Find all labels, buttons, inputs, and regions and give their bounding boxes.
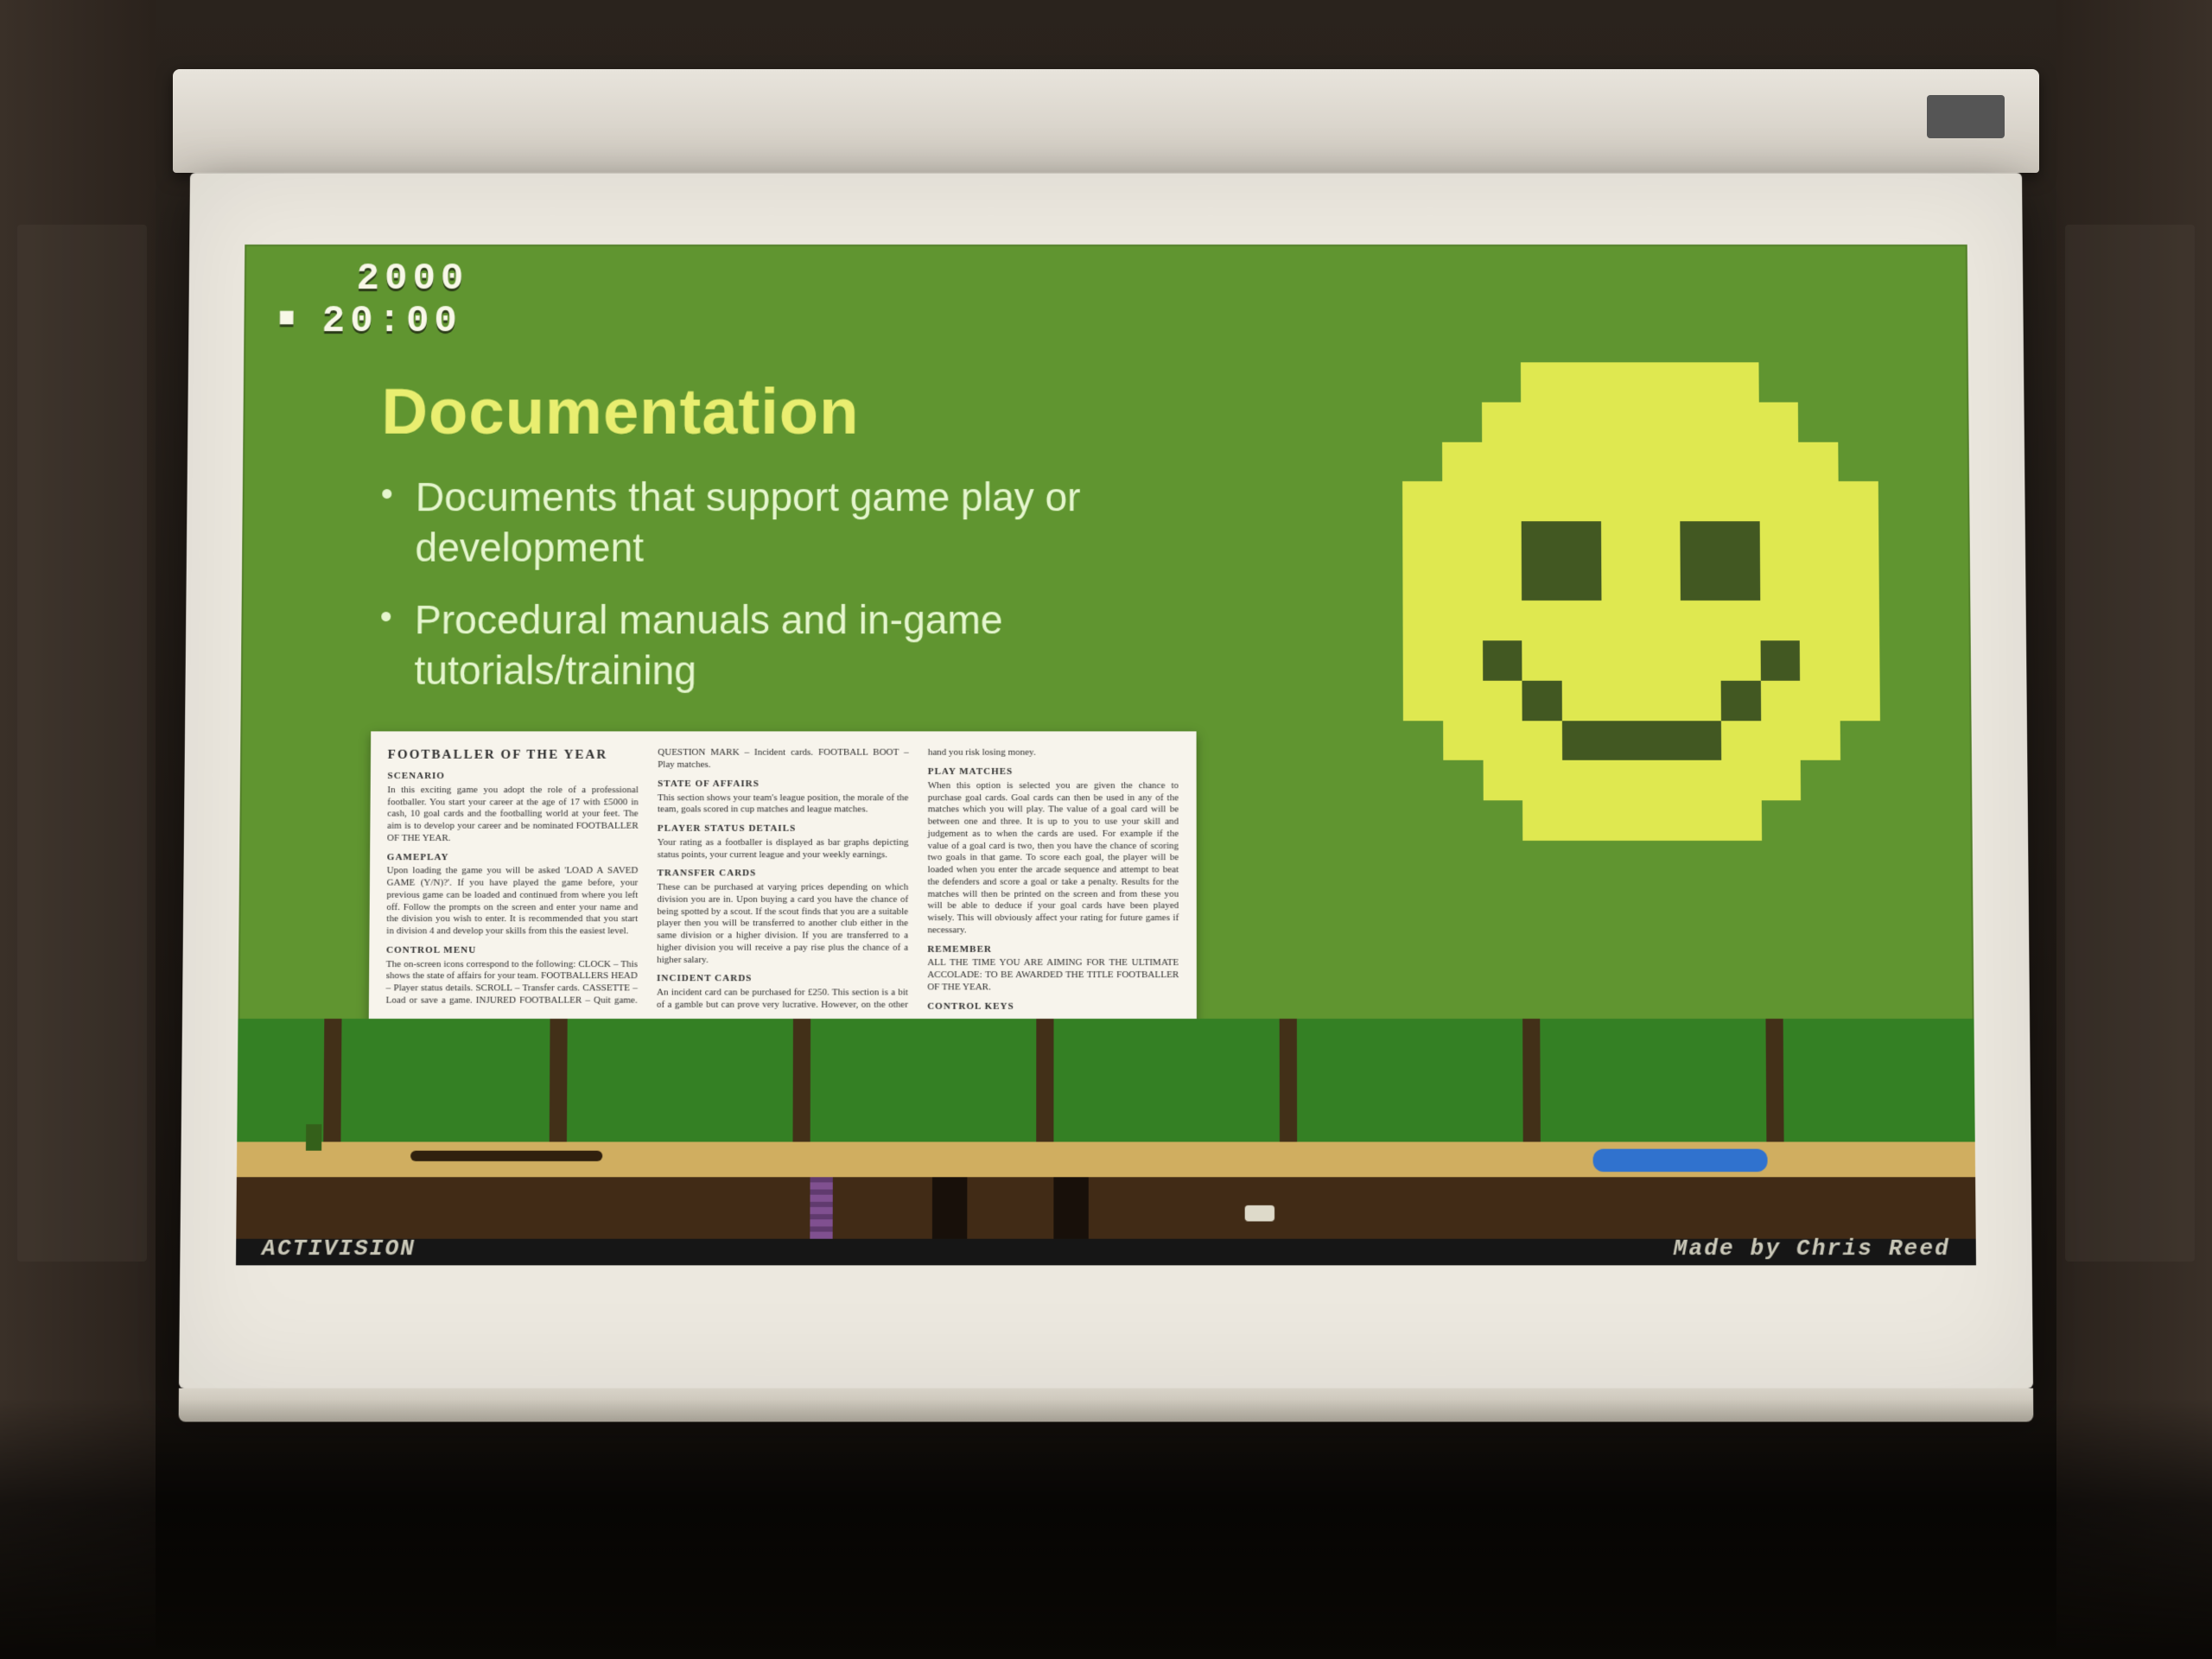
slide-content: Documentation Documents that support gam… <box>379 375 1161 719</box>
tree-trunk <box>1037 1019 1054 1142</box>
log-obstacle <box>410 1151 602 1161</box>
tree-trunk <box>550 1019 568 1142</box>
manual-play-h: PLAY MATCHES <box>928 766 1179 779</box>
scorpion-sprite <box>1245 1205 1274 1221</box>
manual-remember-h: REMEMBER <box>927 944 1179 956</box>
pixel-smiley-icon <box>1363 323 1921 880</box>
manual-status: Your rating as a footballer is displayed… <box>658 837 909 861</box>
retro-game-hud: 2000 20:00 <box>278 258 469 342</box>
player-sprite <box>306 1124 321 1151</box>
projector-screen-housing <box>173 69 2039 173</box>
manual-incident-h: INCIDENT CARDS <box>657 974 908 986</box>
tree-trunk <box>1280 1019 1297 1142</box>
tree-trunk <box>323 1019 341 1142</box>
manual-gameplay-h: GAMEPLAY <box>387 852 639 864</box>
manual-scenario: In this exciting game you adopt the role… <box>387 785 639 845</box>
underground <box>236 1177 1976 1238</box>
presentation-slide: 2000 20:00 Documentation Documents that … <box>236 245 1977 1265</box>
manual-state: This section shows your team's league po… <box>658 792 909 817</box>
pit <box>1054 1177 1089 1238</box>
manual-transfer: These can be purchased at varying prices… <box>657 882 908 967</box>
manual-title: FOOTBALLER OF THE YEAR <box>388 747 639 764</box>
slide-bullets: Documents that support game play or deve… <box>379 473 1161 696</box>
hud-time: 20:00 <box>278 301 468 343</box>
game-manual-page: FOOTBALLER OF THE YEAR SCENARIO In this … <box>368 732 1196 1039</box>
pit <box>932 1177 968 1238</box>
bullet-1: Documents that support game play or deve… <box>380 473 1161 573</box>
manual-state-h: STATE OF AFFAIRS <box>658 779 908 791</box>
tree-trunk <box>1766 1019 1784 1142</box>
manual-transfer-h: TRANSFER CARDS <box>658 868 909 880</box>
brand-logo: ACTIVISION <box>262 1236 416 1262</box>
bullet-2: Procedural manuals and in-game tutorials… <box>379 595 1161 696</box>
manual-remember: ALL THE TIME YOU ARE AIMING FOR THE ULTI… <box>927 957 1179 994</box>
tree-trunk <box>793 1019 811 1142</box>
slide-title: Documentation <box>381 375 1161 448</box>
manual-scenario-h: SCENARIO <box>388 771 639 783</box>
ladder <box>810 1177 833 1238</box>
manual-play: When this option is selected you are giv… <box>927 780 1179 937</box>
manual-gameplay: Upon loading the game you will be asked … <box>386 866 638 938</box>
manual-keys-h: CONTROL KEYS <box>927 1001 1179 1013</box>
room-photo: 2000 20:00 Documentation Documents that … <box>0 0 2212 1659</box>
tree-trunk <box>1522 1019 1541 1142</box>
manual-control-h: CONTROL MENU <box>386 945 638 957</box>
retro-game-scene: ACTIVISION Made by Chris Reed <box>236 1019 1977 1265</box>
water-hazard <box>1592 1149 1767 1173</box>
manual-status-h: PLAYER STATUS DETAILS <box>658 823 909 836</box>
projector-screen: 2000 20:00 Documentation Documents that … <box>179 173 2033 1389</box>
whiteboard-left <box>17 225 147 1262</box>
forest-background <box>237 1019 1975 1142</box>
lectern-shadow <box>0 1400 2212 1659</box>
hud-score: 2000 <box>278 258 468 300</box>
whiteboard-right <box>2065 225 2195 1262</box>
author-credit: Made by Chris Reed <box>1674 1236 1951 1262</box>
